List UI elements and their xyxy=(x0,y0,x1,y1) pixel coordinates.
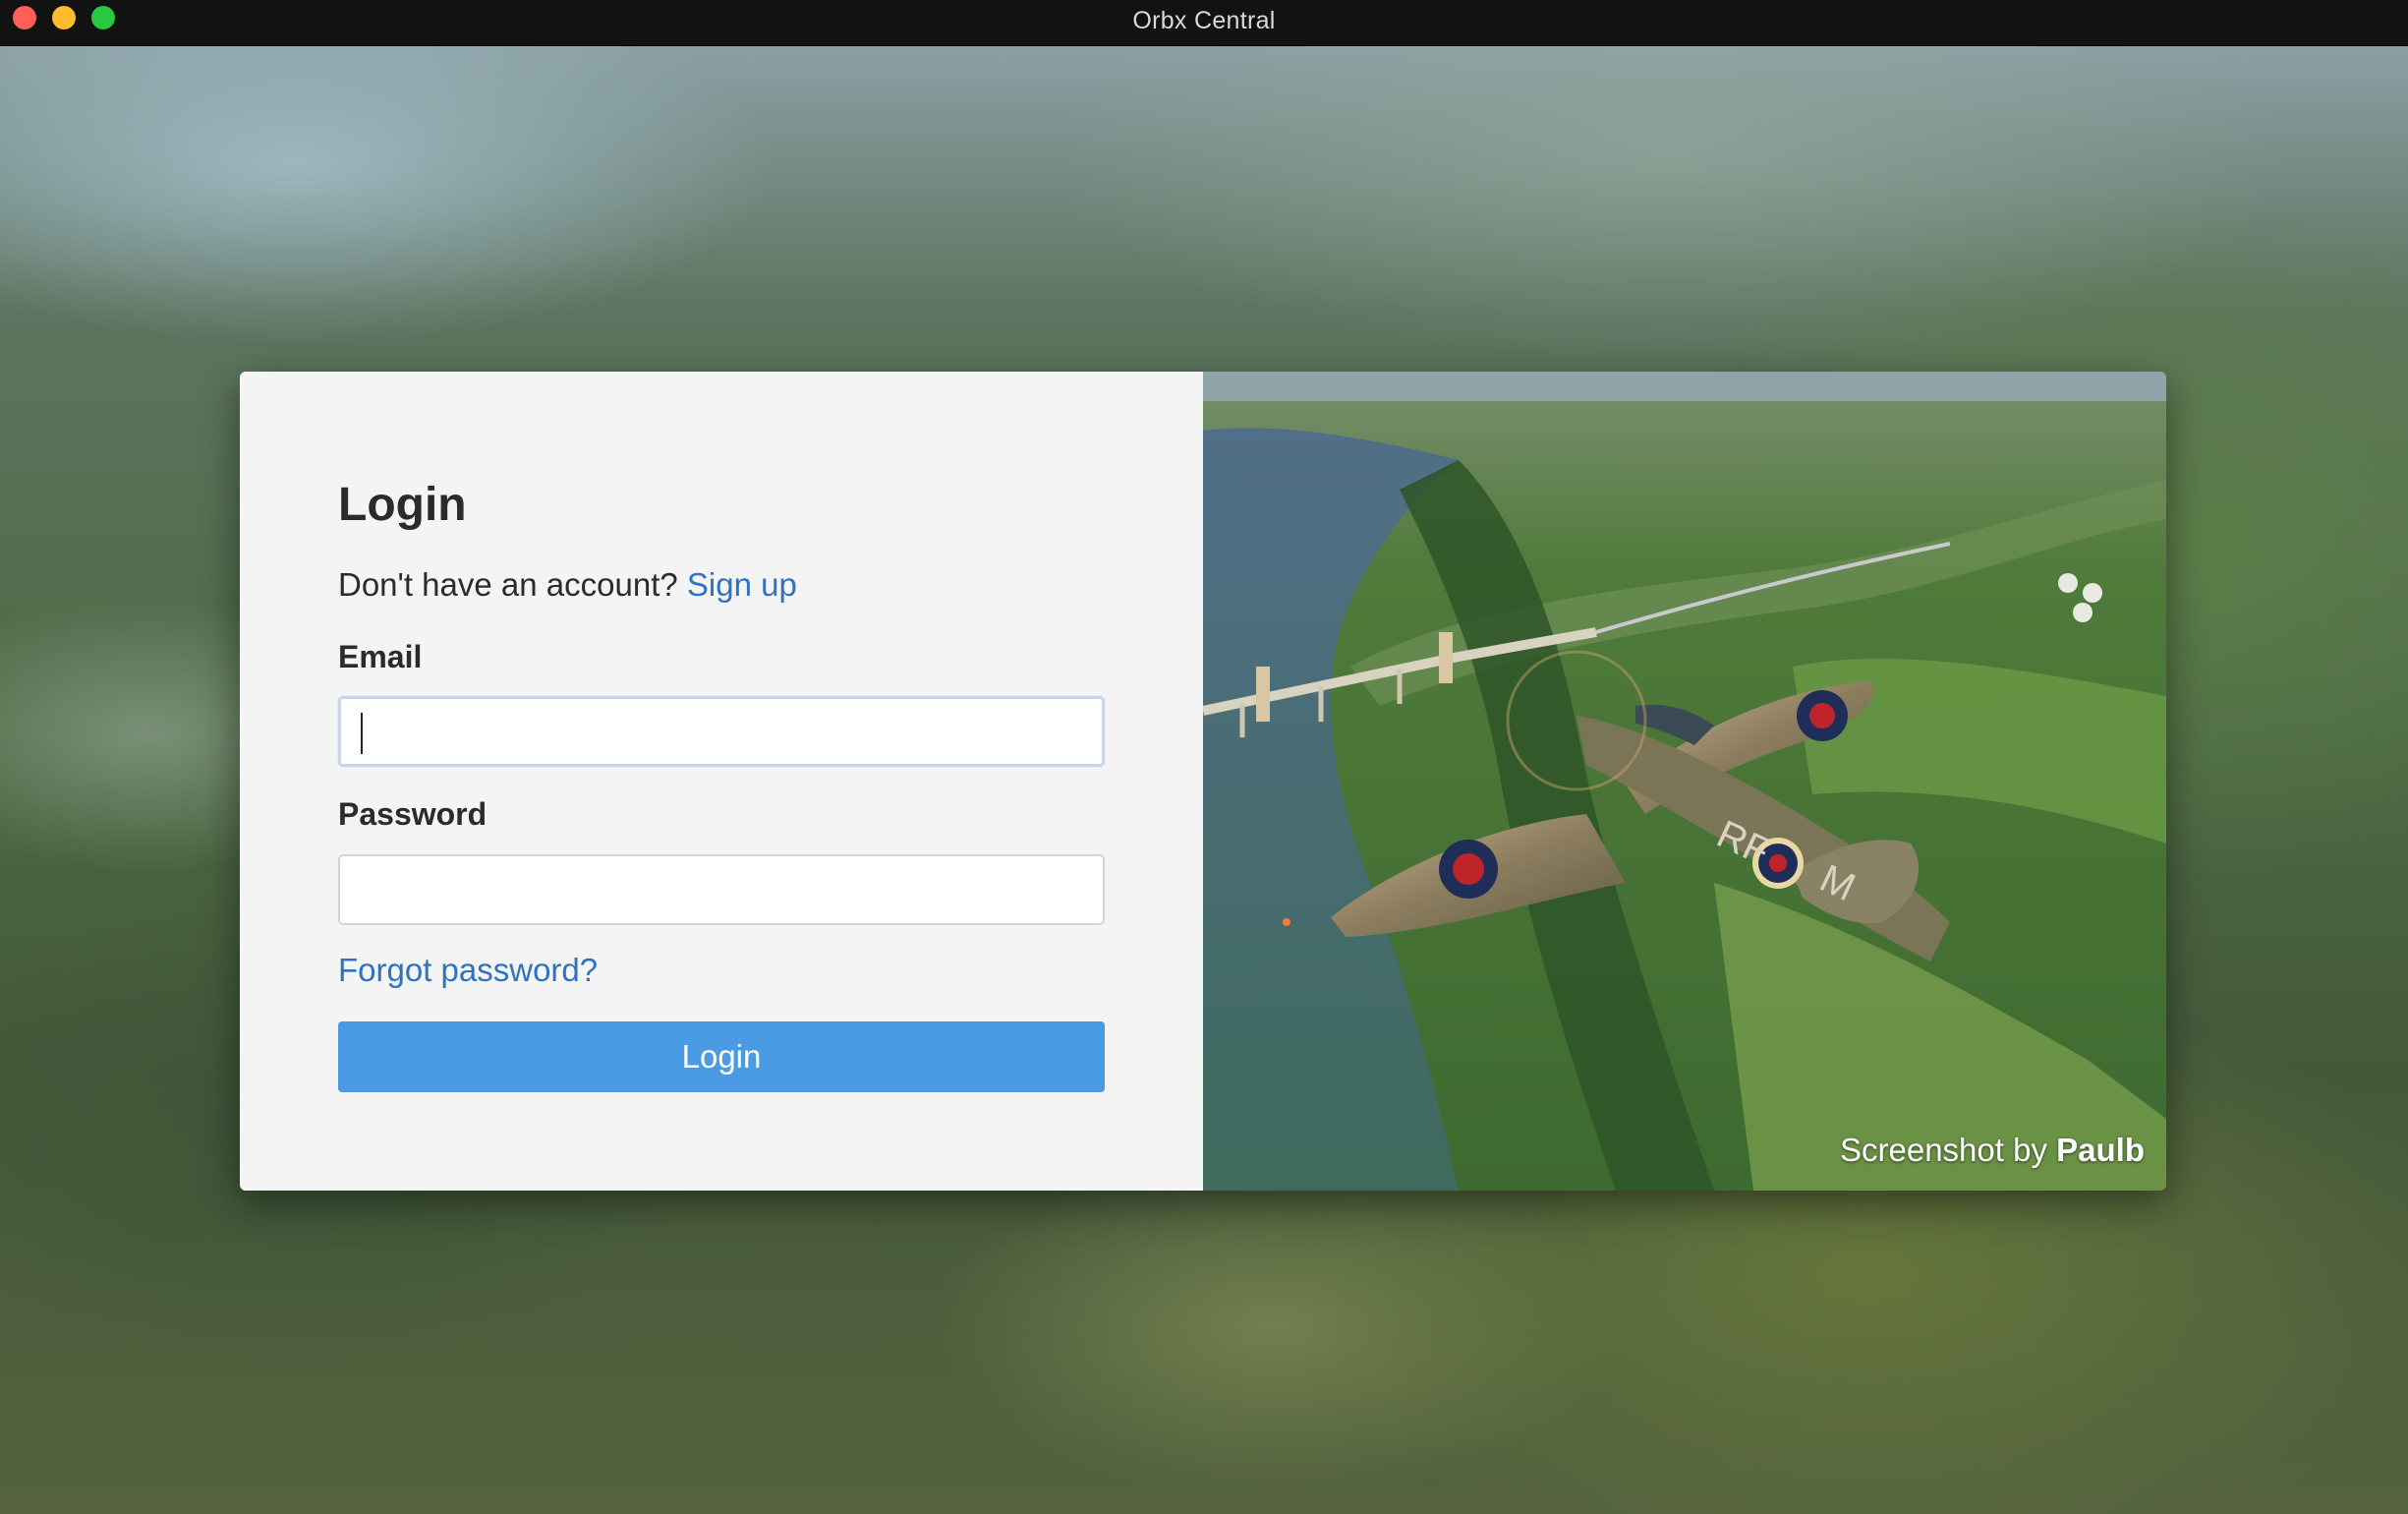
app-window: Orbx Central Login Don't have an account… xyxy=(0,0,2408,1514)
text-caret xyxy=(361,713,363,754)
title-bar: Orbx Central xyxy=(0,0,2408,46)
hero-image: RF M Screenshot by Paulb xyxy=(1203,372,2166,1191)
email-field[interactable] xyxy=(338,696,1105,767)
spitfire-landscape-illustration: RF M xyxy=(1203,372,2166,1191)
email-label: Email xyxy=(338,639,423,674)
signup-prompt: Don't have an account? Sign up xyxy=(338,566,797,604)
login-form-pane: Login Don't have an account? Sign up Ema… xyxy=(240,372,1203,1191)
sign-up-link[interactable]: Sign up xyxy=(687,566,797,603)
window-title: Orbx Central xyxy=(1132,7,1276,34)
photo-credit: Screenshot by Paulb xyxy=(1840,1132,2145,1169)
credit-prefix: Screenshot by xyxy=(1840,1132,2047,1168)
password-label: Password xyxy=(338,796,487,832)
no-account-text: Don't have an account? xyxy=(338,566,678,603)
login-card: Login Don't have an account? Sign up Ema… xyxy=(240,372,2166,1191)
credit-author: Paulb xyxy=(2056,1132,2145,1168)
login-button[interactable]: Login xyxy=(338,1021,1105,1092)
login-heading: Login xyxy=(338,479,467,531)
forgot-password-link[interactable]: Forgot password? xyxy=(338,952,598,989)
password-field[interactable] xyxy=(338,854,1105,925)
